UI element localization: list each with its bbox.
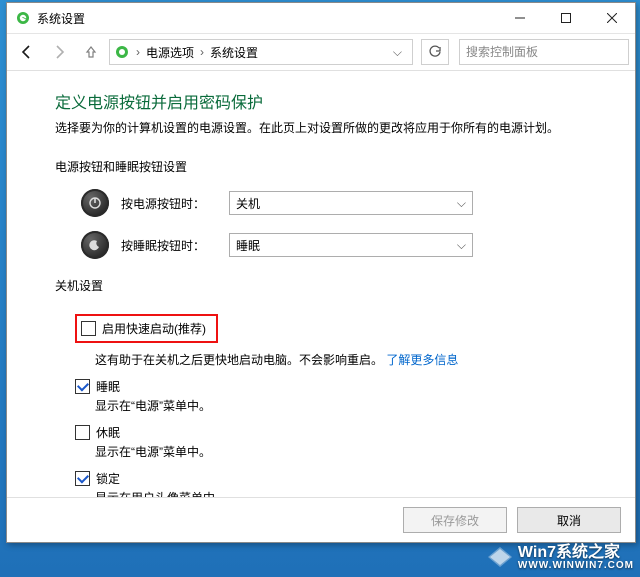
window-title: 系统设置 <box>37 10 85 27</box>
watermark-url: WWW.WINWIN7.COM <box>518 560 634 571</box>
hibernate-option-desc: 显示在“电源”菜单中。 <box>95 443 601 460</box>
row-sleep-button: 按睡眠按钮时： 睡眠 ⌵ <box>81 231 601 259</box>
option-lock: 锁定 <box>75 470 601 487</box>
highlight-box: 启用快速启动(推荐) <box>75 314 218 343</box>
up-button[interactable] <box>77 38 105 66</box>
close-button[interactable] <box>589 3 635 33</box>
row-power-button: 按电源按钮时： 关机 ⌵ <box>81 189 601 217</box>
hibernate-option-label: 休眠 <box>96 424 120 441</box>
chevron-down-icon[interactable]: ⌵ <box>387 45 408 60</box>
page-subtext: 选择要为你的计算机设置的电源设置。在此页上对设置所做的更改将应用于你所有的电源计… <box>55 119 601 136</box>
maximize-button[interactable] <box>543 3 589 33</box>
learn-more-link[interactable]: 了解更多信息 <box>386 353 458 367</box>
chevron-down-icon: ⌵ <box>457 196 466 211</box>
watermark-title: Win7系统之家 <box>518 538 634 562</box>
lock-option-desc: 显示在用户头像菜单中。 <box>95 489 601 497</box>
settings-window: 系统设置 <box>6 2 636 543</box>
search-input[interactable] <box>464 44 624 60</box>
chevron-right-icon: › <box>132 45 144 59</box>
search-box[interactable] <box>459 39 629 65</box>
back-button[interactable] <box>13 38 41 66</box>
chevron-down-icon: ⌵ <box>457 238 466 253</box>
watermark: Win7系统之家 WWW.WINWIN7.COM <box>486 538 634 571</box>
crumb-system-settings[interactable]: 系统设置 <box>210 44 258 61</box>
cancel-button[interactable]: 取消 <box>517 507 621 533</box>
minimize-button[interactable] <box>497 3 543 33</box>
sleep-icon <box>81 231 109 259</box>
power-icon <box>81 189 109 217</box>
power-button-value: 关机 <box>236 195 260 212</box>
forward-button[interactable] <box>45 38 73 66</box>
page-heading: 定义电源按钮并启用密码保护 <box>55 89 601 113</box>
save-button[interactable]: 保存修改 <box>403 507 507 533</box>
section-power-buttons: 电源按钮和睡眠按钮设置 <box>55 158 601 175</box>
sleep-checkbox[interactable] <box>75 379 90 394</box>
chevron-right-icon: › <box>196 45 208 59</box>
watermark-icon <box>486 541 514 569</box>
sleep-button-select[interactable]: 睡眠 ⌵ <box>229 233 473 257</box>
hibernate-checkbox[interactable] <box>75 425 90 440</box>
section-shutdown: 关机设置 <box>55 277 601 294</box>
footer: 保存修改 取消 <box>7 497 635 542</box>
content-area: 定义电源按钮并启用密码保护 选择要为你的计算机设置的电源设置。在此页上对设置所做… <box>7 71 635 497</box>
option-hibernate: 休眠 <box>75 424 601 441</box>
sleep-option-desc: 显示在“电源”菜单中。 <box>95 397 601 414</box>
fast-startup-desc: 这有助于在关机之后更快地启动电脑。不会影响重启。 了解更多信息 <box>95 351 601 368</box>
sleep-button-value: 睡眠 <box>236 237 260 254</box>
navbar: › 电源选项 › 系统设置 ⌵ <box>7 34 635 71</box>
crumb-power-options[interactable]: 电源选项 <box>146 44 194 61</box>
power-button-label: 按电源按钮时： <box>121 195 217 212</box>
power-button-select[interactable]: 关机 ⌵ <box>229 191 473 215</box>
refresh-button[interactable] <box>421 39 449 65</box>
sleep-option-label: 睡眠 <box>96 378 120 395</box>
fast-startup-checkbox[interactable] <box>81 321 96 336</box>
fast-startup-label: 启用快速启动(推荐) <box>102 320 206 337</box>
titlebar: 系统设置 <box>7 3 635 34</box>
lock-checkbox[interactable] <box>75 471 90 486</box>
app-icon <box>15 10 31 26</box>
lock-option-label: 锁定 <box>96 470 120 487</box>
sleep-button-label: 按睡眠按钮时： <box>121 237 217 254</box>
breadcrumb[interactable]: › 电源选项 › 系统设置 ⌵ <box>109 39 413 65</box>
option-sleep: 睡眠 <box>75 378 601 395</box>
power-options-icon <box>114 44 130 60</box>
